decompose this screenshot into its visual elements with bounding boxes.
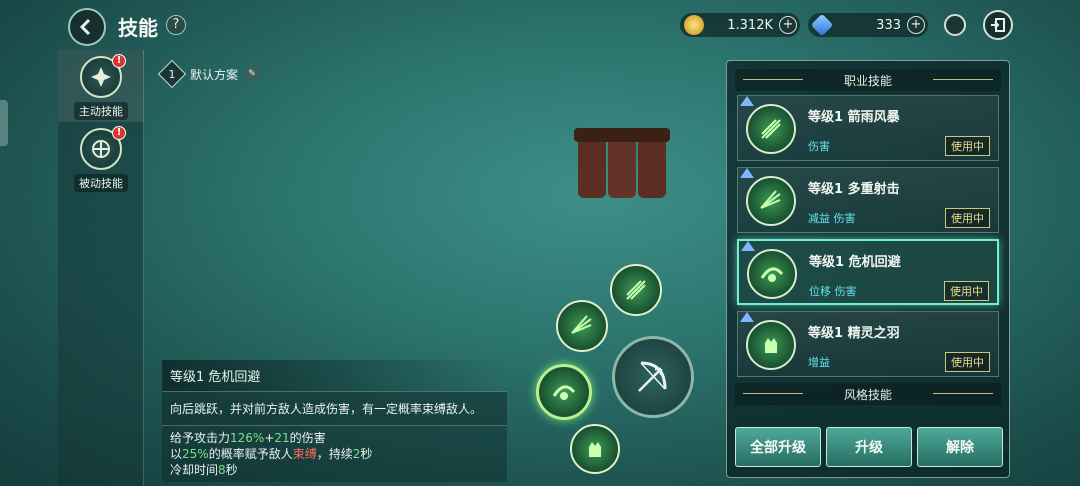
upgrade-arrow-icon — [740, 96, 754, 106]
skill-description-panel: 等级1 危机回避 向后跳跃，并对前方敌人造成伤害，有一定概率束缚敌人。 给予攻击… — [162, 360, 507, 482]
skill-tags: 伤害 — [808, 140, 830, 153]
skill-slot-multi-shot[interactable] — [556, 300, 608, 352]
skill-card[interactable]: 等级1 箭雨风暴 伤害 使用中 — [737, 95, 999, 161]
diamond-amount: 333 — [876, 17, 901, 33]
preset-name: 默认方案 — [190, 67, 239, 82]
skill-summary: 向后跳跃，并对前方敌人造成伤害，有一定概率束缚敌人。 — [162, 391, 507, 426]
skill-slot-arrow-storm[interactable] — [610, 264, 662, 316]
section-class-skills: 职业技能 — [735, 69, 1001, 91]
skill-stats: 给予攻击力126%+21的伤害 以25%的概率赋予敌人束缚，持续2秒 冷却时间8… — [162, 426, 507, 482]
tab-active-skills[interactable]: ! 主动技能 — [58, 50, 144, 122]
diamond-currency: 333 + — [808, 13, 928, 37]
training-dummies — [568, 128, 688, 218]
upgrade-arrow-icon — [740, 168, 754, 178]
arrow-rain-icon — [626, 280, 646, 300]
in-use-badge: 使用中 — [945, 352, 990, 372]
action-buttons: 全部升级 升级 解除 — [735, 427, 1003, 467]
help-button[interactable]: ? — [166, 15, 186, 35]
spirit-cat-icon — [746, 320, 796, 370]
skill-card[interactable]: 等级1 精灵之羽 增益 使用中 — [737, 311, 999, 377]
skill-tags: 增益 — [808, 356, 830, 369]
gold-coin-icon — [684, 15, 704, 35]
multi-arrow-icon — [746, 176, 796, 226]
preset-number-badge: 1 — [157, 59, 187, 89]
back-button[interactable] — [68, 8, 106, 46]
skill-tags: 位移 伤害 — [809, 285, 857, 298]
page-title: 技能 — [118, 16, 158, 40]
tab-label: 主动技能 — [74, 102, 128, 120]
skill-name: 等级1 危机回避 — [809, 255, 901, 270]
settings-icon[interactable] — [944, 14, 966, 36]
diamond-icon — [810, 13, 834, 37]
skill-slot-evade[interactable] — [536, 364, 592, 420]
skill-name: 等级1 精灵之羽 — [808, 326, 900, 341]
tab-label: 被动技能 — [74, 174, 128, 192]
skill-tags: 减益 伤害 — [808, 212, 856, 225]
upgrade-all-button[interactable]: 全部升级 — [735, 427, 821, 467]
edit-pencil-icon[interactable]: ✎ — [244, 66, 261, 82]
gold-currency: 1.312K + — [680, 13, 800, 37]
spirit-cat-icon — [589, 442, 601, 457]
add-diamond-button[interactable]: + — [907, 16, 925, 34]
tab-passive-skills[interactable]: ! 被动技能 — [58, 122, 144, 194]
evade-icon — [747, 249, 797, 299]
skill-card[interactable]: 等级1 多重射击 减益 伤害 使用中 — [737, 167, 999, 233]
upgrade-arrow-icon — [741, 241, 755, 251]
chevron-left-icon — [79, 18, 91, 36]
effect-line: 以25%的概率赋予敌人束缚，持续2秒 — [170, 447, 373, 461]
bow-icon — [638, 361, 667, 392]
section-style-skills[interactable]: 风格技能 — [735, 383, 1001, 405]
active-skill-icon: ! — [80, 54, 126, 98]
skill-category-sidebar: ! 主动技能 ! 被动技能 — [58, 50, 144, 486]
basic-attack-button[interactable] — [612, 336, 694, 418]
exit-door-icon — [991, 18, 1005, 32]
skill-name: 等级1 多重射击 — [808, 182, 900, 197]
arrow-rain-icon — [746, 104, 796, 154]
exit-button[interactable] — [983, 10, 1013, 40]
skill-list-panel: 职业技能 等级1 箭雨风暴 伤害 使用中 等级1 多重射击 减益 伤害 使用中 … — [726, 60, 1010, 478]
passive-skill-icon: ! — [80, 126, 126, 170]
skill-card-selected[interactable]: 等级1 危机回避 位移 伤害 使用中 — [737, 239, 999, 305]
add-gold-button[interactable]: + — [779, 16, 797, 34]
gold-amount: 1.312K — [727, 17, 773, 33]
upgrade-arrow-icon — [740, 312, 754, 322]
side-drawer-handle[interactable] — [0, 100, 8, 146]
in-use-badge: 使用中 — [944, 281, 989, 301]
multi-arrow-icon — [571, 315, 592, 334]
in-use-badge: 使用中 — [945, 136, 990, 156]
alert-badge: ! — [112, 126, 126, 140]
alert-badge: ! — [112, 54, 126, 68]
damage-line: 给予攻击力126%+21的伤害 — [170, 431, 326, 445]
skill-name: 等级1 箭雨风暴 — [808, 110, 900, 125]
skill-title: 等级1 危机回避 — [162, 360, 507, 391]
skill-preset-selector[interactable]: 1 默认方案 ✎ — [157, 59, 261, 89]
skill-slot-spirit-feather[interactable] — [570, 424, 620, 474]
unequip-button[interactable]: 解除 — [917, 427, 1003, 467]
cooldown-line: 冷却时间8秒 — [170, 463, 238, 477]
evade-icon — [552, 385, 576, 400]
in-use-badge: 使用中 — [945, 208, 990, 228]
upgrade-button[interactable]: 升级 — [826, 427, 912, 467]
